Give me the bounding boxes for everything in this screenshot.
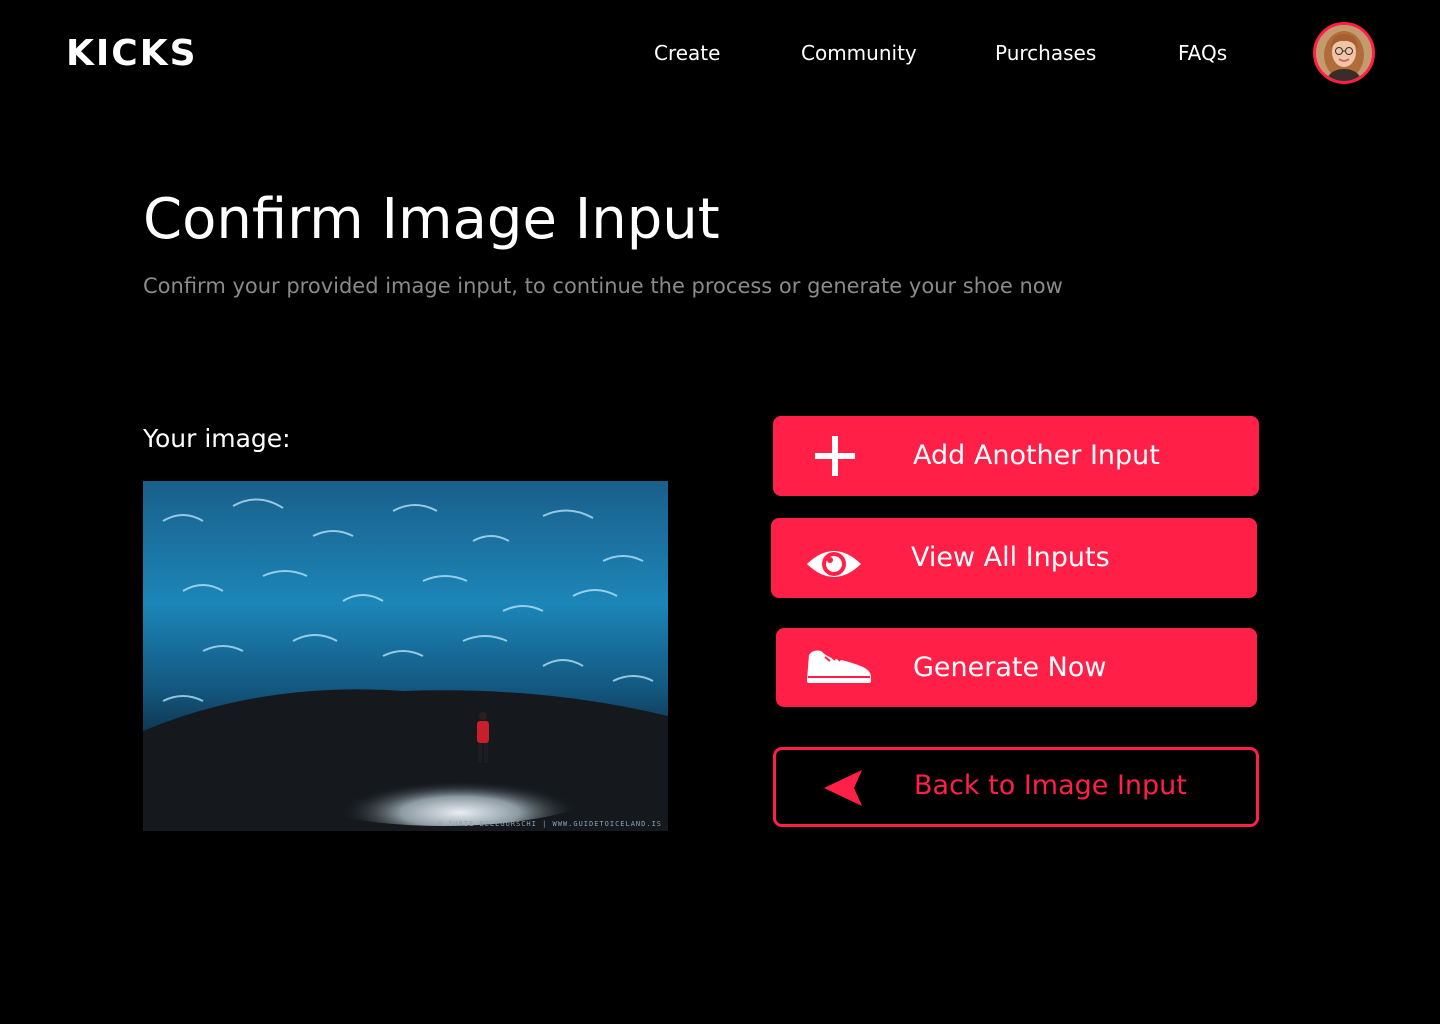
nav-item-purchases[interactable]: Purchases [995, 38, 1096, 68]
generate-now-button[interactable]: Generate Now [776, 628, 1257, 707]
user-avatar[interactable] [1313, 22, 1375, 84]
ice-cave-photo [143, 481, 668, 831]
back-to-image-input-button[interactable]: Back to Image Input [773, 747, 1259, 827]
nav-item-create[interactable]: Create [654, 38, 720, 68]
kicks-logo[interactable]: KICKS [66, 34, 198, 74]
view-all-inputs-label: View All Inputs [911, 542, 1110, 573]
uploaded-image: © IURIE BELEGURSCHI | WWW.GUIDETOICELAND… [143, 481, 668, 831]
plus-icon [815, 436, 855, 476]
shoe-icon [807, 650, 871, 683]
add-another-input-label: Add Another Input [913, 440, 1160, 471]
image-label: Your image: [143, 424, 291, 453]
image-credit: © IURIE BELEGURSCHI | WWW.GUIDETOICELAND… [437, 820, 662, 828]
view-all-inputs-button[interactable]: View All Inputs [771, 518, 1257, 598]
avatar-image [1316, 25, 1372, 81]
back-to-image-input-label: Back to Image Input [914, 770, 1187, 801]
add-another-input-button[interactable]: Add Another Input [773, 416, 1259, 496]
generate-now-label: Generate Now [913, 652, 1107, 683]
arrow-left-icon [824, 770, 862, 806]
nav-item-faqs[interactable]: FAQs [1178, 38, 1227, 68]
eye-icon [807, 551, 861, 577]
page-title: Confirm Image Input [143, 187, 720, 252]
nav-item-community[interactable]: Community [801, 38, 917, 68]
page-subtitle: Confirm your provided image input, to co… [143, 274, 1063, 298]
page: KICKS Create Community Purchases FAQs Co… [0, 0, 1440, 1024]
